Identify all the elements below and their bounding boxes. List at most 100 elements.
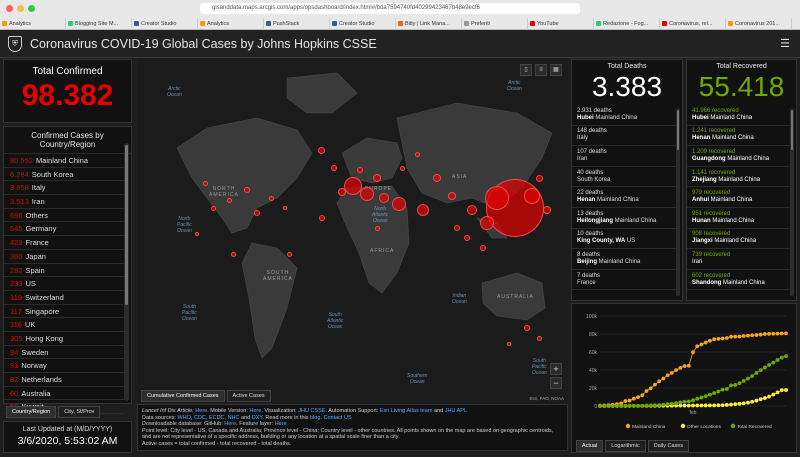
case-bubble[interactable] bbox=[210, 205, 216, 211]
data-point[interactable] bbox=[695, 396, 700, 401]
data-point[interactable] bbox=[729, 402, 733, 407]
data-point[interactable] bbox=[691, 350, 695, 354]
dxy-link[interactable]: DXY bbox=[252, 415, 263, 421]
data-point[interactable] bbox=[737, 334, 742, 339]
data-point[interactable] bbox=[708, 338, 712, 343]
country-row[interactable]: 91 Norway bbox=[4, 359, 125, 373]
data-point[interactable] bbox=[653, 403, 657, 408]
case-bubble[interactable] bbox=[464, 235, 470, 241]
data-point[interactable] bbox=[627, 403, 632, 408]
data-point[interactable] bbox=[648, 403, 653, 408]
data-point[interactable] bbox=[699, 395, 704, 400]
recovered-row[interactable]: 41.966 recovered Hubei Mainland China bbox=[687, 105, 790, 126]
bookmark-item[interactable]: YouTube bbox=[528, 18, 594, 30]
zoom-in-button[interactable]: + bbox=[550, 363, 562, 375]
data-point[interactable] bbox=[729, 383, 733, 388]
death-row[interactable]: 8 deaths Beijing Mainland China bbox=[572, 249, 676, 270]
data-point[interactable] bbox=[640, 393, 645, 398]
deaths-list[interactable]: 2.931 deaths Hubei Mainland China 148 deat… bbox=[572, 105, 676, 295]
data-point[interactable] bbox=[775, 358, 780, 362]
data-point[interactable] bbox=[784, 331, 788, 336]
case-bubble[interactable] bbox=[338, 188, 346, 196]
case-bubble[interactable] bbox=[357, 167, 363, 173]
case-bubble[interactable] bbox=[286, 251, 292, 257]
data-point[interactable] bbox=[640, 403, 645, 408]
case-bubble[interactable] bbox=[226, 197, 232, 203]
esri-link[interactable]: Esri Living Atlas team bbox=[380, 408, 433, 414]
data-point[interactable] bbox=[699, 342, 704, 347]
data-point[interactable] bbox=[695, 403, 700, 408]
case-bubble[interactable] bbox=[283, 206, 287, 210]
case-bubble[interactable] bbox=[524, 325, 530, 331]
case-bubble[interactable] bbox=[454, 225, 460, 231]
zoom-window-button[interactable] bbox=[28, 5, 35, 12]
address-bar[interactable]: gisanddata.maps.arcgis.com/apps/opsdashb… bbox=[200, 3, 580, 14]
country-row[interactable]: 282 Spain bbox=[4, 264, 125, 278]
data-point[interactable] bbox=[746, 376, 750, 381]
data-point[interactable] bbox=[716, 403, 721, 408]
country-row[interactable]: 105 Hong Kong bbox=[4, 332, 125, 346]
country-row[interactable]: 233 US bbox=[4, 277, 125, 291]
recovered-row[interactable]: 979 recovered Anhui Mainland China bbox=[687, 187, 790, 208]
data-point[interactable] bbox=[784, 388, 788, 392]
data-point[interactable] bbox=[729, 334, 733, 339]
case-bubble[interactable] bbox=[331, 165, 337, 171]
tab-logarithmic[interactable]: Logarithmic bbox=[605, 440, 646, 452]
bookmark-item[interactable]: Preferiti bbox=[462, 18, 528, 30]
case-bubble[interactable] bbox=[507, 342, 511, 346]
recovered-row[interactable]: 951 recovered Hunan Mainland China bbox=[687, 208, 790, 229]
data-point[interactable] bbox=[733, 383, 738, 387]
case-bubble[interactable] bbox=[244, 187, 250, 193]
data-point[interactable] bbox=[691, 398, 695, 403]
tab-cumulative-confirmed[interactable]: Cumulative Confirmed Cases bbox=[141, 390, 225, 402]
bookmark-item[interactable]: Analytics bbox=[0, 18, 66, 30]
data-point[interactable] bbox=[669, 401, 674, 406]
data-point[interactable] bbox=[779, 355, 784, 360]
tab-actual[interactable]: Actual bbox=[576, 440, 604, 452]
data-point[interactable] bbox=[750, 333, 755, 338]
data-point[interactable] bbox=[598, 404, 602, 408]
bookmark-item[interactable]: Blogging Site M... bbox=[66, 18, 132, 30]
data-point[interactable] bbox=[678, 400, 683, 405]
case-bubble[interactable] bbox=[480, 216, 494, 230]
country-row[interactable]: 545 Germany bbox=[4, 222, 125, 237]
data-point[interactable] bbox=[784, 354, 788, 359]
data-point[interactable] bbox=[712, 391, 717, 395]
data-point[interactable] bbox=[627, 398, 632, 403]
data-point[interactable] bbox=[686, 403, 691, 408]
data-point[interactable] bbox=[762, 365, 767, 370]
case-bubble[interactable] bbox=[536, 335, 542, 341]
data-point[interactable] bbox=[762, 396, 767, 400]
country-row[interactable]: 117 Singapore bbox=[4, 305, 125, 319]
data-point[interactable] bbox=[682, 364, 687, 368]
data-point[interactable] bbox=[682, 399, 687, 404]
bookmark-item[interactable]: Bitly | Link Mana... bbox=[396, 18, 462, 30]
bookmark-item[interactable]: Redazione - Fog... bbox=[594, 18, 660, 30]
data-point[interactable] bbox=[771, 331, 776, 336]
data-point[interactable] bbox=[657, 403, 662, 407]
recovered-row[interactable]: 1.141 recovered Zhejiang Mainland China bbox=[687, 167, 790, 188]
data-point[interactable] bbox=[720, 387, 725, 392]
case-bubble[interactable] bbox=[399, 165, 405, 171]
case-bubble[interactable] bbox=[417, 204, 429, 216]
data-point[interactable] bbox=[712, 337, 717, 342]
recovered-row[interactable]: 739 recovered Iran bbox=[687, 249, 790, 270]
death-row[interactable]: 22 deaths Henan Mainland China bbox=[572, 187, 676, 208]
case-bubble[interactable] bbox=[485, 186, 509, 210]
recovered-row[interactable]: 1.241 recovered Henan Mainland China bbox=[687, 126, 790, 147]
zoom-out-button[interactable]: − bbox=[550, 377, 562, 389]
lancet-link[interactable]: Here bbox=[195, 408, 207, 414]
data-point[interactable] bbox=[691, 403, 695, 408]
tab-country-region[interactable]: Country/Region bbox=[6, 406, 57, 418]
data-point[interactable] bbox=[733, 402, 738, 407]
world-map[interactable]: Arctic Ocean Arctic Ocean North Atlantic O… bbox=[137, 58, 568, 403]
data-point[interactable] bbox=[653, 382, 657, 387]
github-link[interactable]: Here bbox=[224, 421, 236, 427]
data-point[interactable] bbox=[623, 404, 628, 408]
data-point[interactable] bbox=[695, 344, 700, 349]
data-point[interactable] bbox=[674, 368, 678, 373]
data-point[interactable] bbox=[750, 399, 755, 404]
case-bubble[interactable] bbox=[317, 146, 325, 154]
data-point[interactable] bbox=[779, 388, 784, 393]
case-bubble[interactable] bbox=[392, 197, 406, 211]
